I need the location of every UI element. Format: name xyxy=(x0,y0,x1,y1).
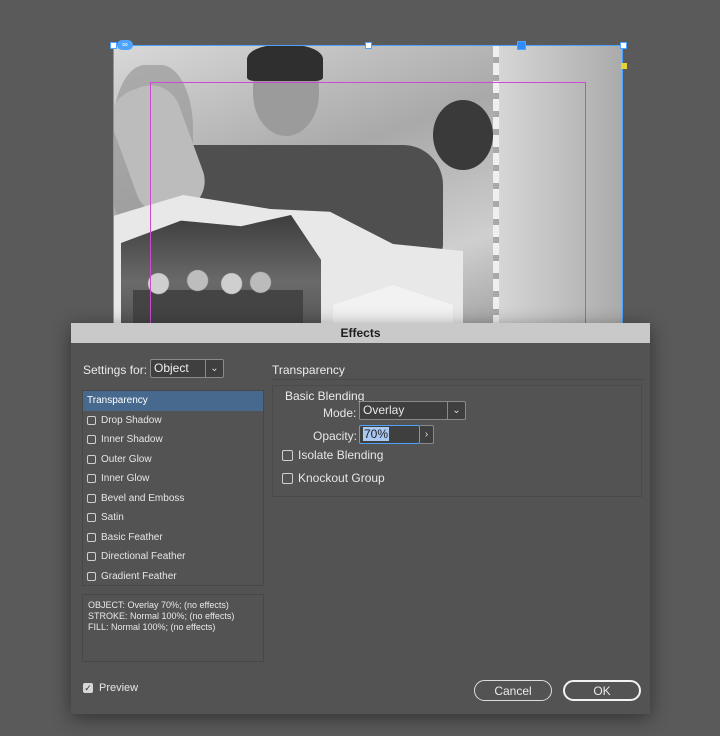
effect-item-directional-feather[interactable]: Directional Feather xyxy=(83,547,263,567)
effect-checkbox[interactable] xyxy=(87,454,96,464)
isolate-blending-row[interactable]: Isolate Blending xyxy=(282,448,383,462)
summary-object: OBJECT: Overlay 70%; (no effects) xyxy=(88,600,229,610)
checkmark-icon[interactable]: ✓ xyxy=(83,683,93,693)
cancel-button[interactable]: Cancel xyxy=(474,680,552,701)
dialog-title: Effects xyxy=(71,323,650,343)
effect-label: Outer Glow xyxy=(101,453,152,465)
content-grabber-handle[interactable] xyxy=(517,41,526,50)
effect-item-transparency[interactable]: Transparency xyxy=(83,391,263,411)
effect-label: Inner Shadow xyxy=(101,434,163,446)
effect-checkbox[interactable] xyxy=(87,532,96,542)
basic-blending-group: Basic Blending Mode: Overlay ⌄ Opacity: … xyxy=(272,385,642,497)
corner-option-handle[interactable] xyxy=(621,63,627,69)
effect-checkbox[interactable] xyxy=(87,513,96,523)
ok-button[interactable]: OK xyxy=(563,680,641,701)
effect-label: Satin xyxy=(101,512,124,524)
effect-label: Gradient Feather xyxy=(101,570,177,582)
summary-stroke: STROKE: Normal 100%; (no effects) xyxy=(88,611,235,621)
effect-checkbox[interactable] xyxy=(87,493,96,503)
effect-label: Transparency xyxy=(87,395,148,407)
effect-checkbox[interactable] xyxy=(87,474,96,484)
effect-item-gradient-feather[interactable]: Gradient Feather xyxy=(83,567,263,587)
effect-checkbox[interactable] xyxy=(87,571,96,581)
effect-label: Bevel and Emboss xyxy=(101,492,185,504)
preview-label: Preview xyxy=(99,682,139,694)
settings-for-value: Object xyxy=(154,361,189,375)
chevron-down-icon: ⌄ xyxy=(205,360,223,377)
basic-blending-title: Basic Blending xyxy=(285,389,365,403)
effect-checkbox[interactable] xyxy=(87,552,96,562)
effect-checkbox[interactable] xyxy=(87,435,96,445)
summary-fill: FILL: Normal 100%; (no effects) xyxy=(88,622,216,632)
effect-item-drop-shadow[interactable]: Drop Shadow xyxy=(83,411,263,431)
effect-item-inner-glow[interactable]: Inner Glow xyxy=(83,469,263,489)
link-icon[interactable]: ∞ xyxy=(117,40,133,50)
effect-label: Directional Feather xyxy=(101,551,186,563)
opacity-slider-toggle[interactable]: › xyxy=(420,425,434,444)
settings-for-label: Settings for: xyxy=(83,363,148,377)
selection-frame[interactable] xyxy=(113,45,623,327)
frame-handle-top-center[interactable] xyxy=(365,42,372,49)
effect-checkbox[interactable] xyxy=(87,415,96,425)
frame-handle-top-right[interactable] xyxy=(620,42,627,49)
effect-label: Basic Feather xyxy=(101,531,163,543)
knockout-group-checkbox[interactable] xyxy=(282,472,293,484)
effect-item-outer-glow[interactable]: Outer Glow xyxy=(83,450,263,470)
chevron-down-icon: ⌄ xyxy=(447,402,465,419)
isolate-blending-label: Isolate Blending xyxy=(298,448,384,462)
knockout-group-label: Knockout Group xyxy=(298,471,385,485)
preview-checkbox-row[interactable]: ✓ Preview xyxy=(83,682,138,694)
opacity-value: 70% xyxy=(363,427,390,441)
blend-mode-select[interactable]: Overlay ⌄ xyxy=(359,401,466,420)
effects-summary: OBJECT: Overlay 70%; (no effects) STROKE… xyxy=(82,594,264,662)
effects-dialog: Effects Settings for: Object ⌄ Transpare… xyxy=(71,323,650,714)
opacity-label: Opacity: xyxy=(313,429,358,443)
mode-label: Mode: xyxy=(323,406,357,420)
effects-list: Transparency Drop Shadow Inner Shadow Ou… xyxy=(82,390,264,586)
effect-item-inner-shadow[interactable]: Inner Shadow xyxy=(83,430,263,450)
section-title: Transparency xyxy=(272,363,345,377)
section-divider xyxy=(272,379,643,380)
effect-item-satin[interactable]: Satin xyxy=(83,508,263,528)
effect-item-bevel-emboss[interactable]: Bevel and Emboss xyxy=(83,489,263,509)
effect-label: Drop Shadow xyxy=(101,414,162,426)
effect-item-basic-feather[interactable]: Basic Feather xyxy=(83,528,263,548)
frame-handle-top-left[interactable] xyxy=(110,42,117,49)
blend-mode-value: Overlay xyxy=(363,403,405,417)
opacity-field[interactable]: 70% xyxy=(359,425,420,444)
settings-for-select[interactable]: Object ⌄ xyxy=(150,359,224,378)
isolate-blending-checkbox[interactable] xyxy=(282,449,293,461)
knockout-group-row[interactable]: Knockout Group xyxy=(282,471,385,485)
effect-label: Inner Glow xyxy=(101,473,150,485)
